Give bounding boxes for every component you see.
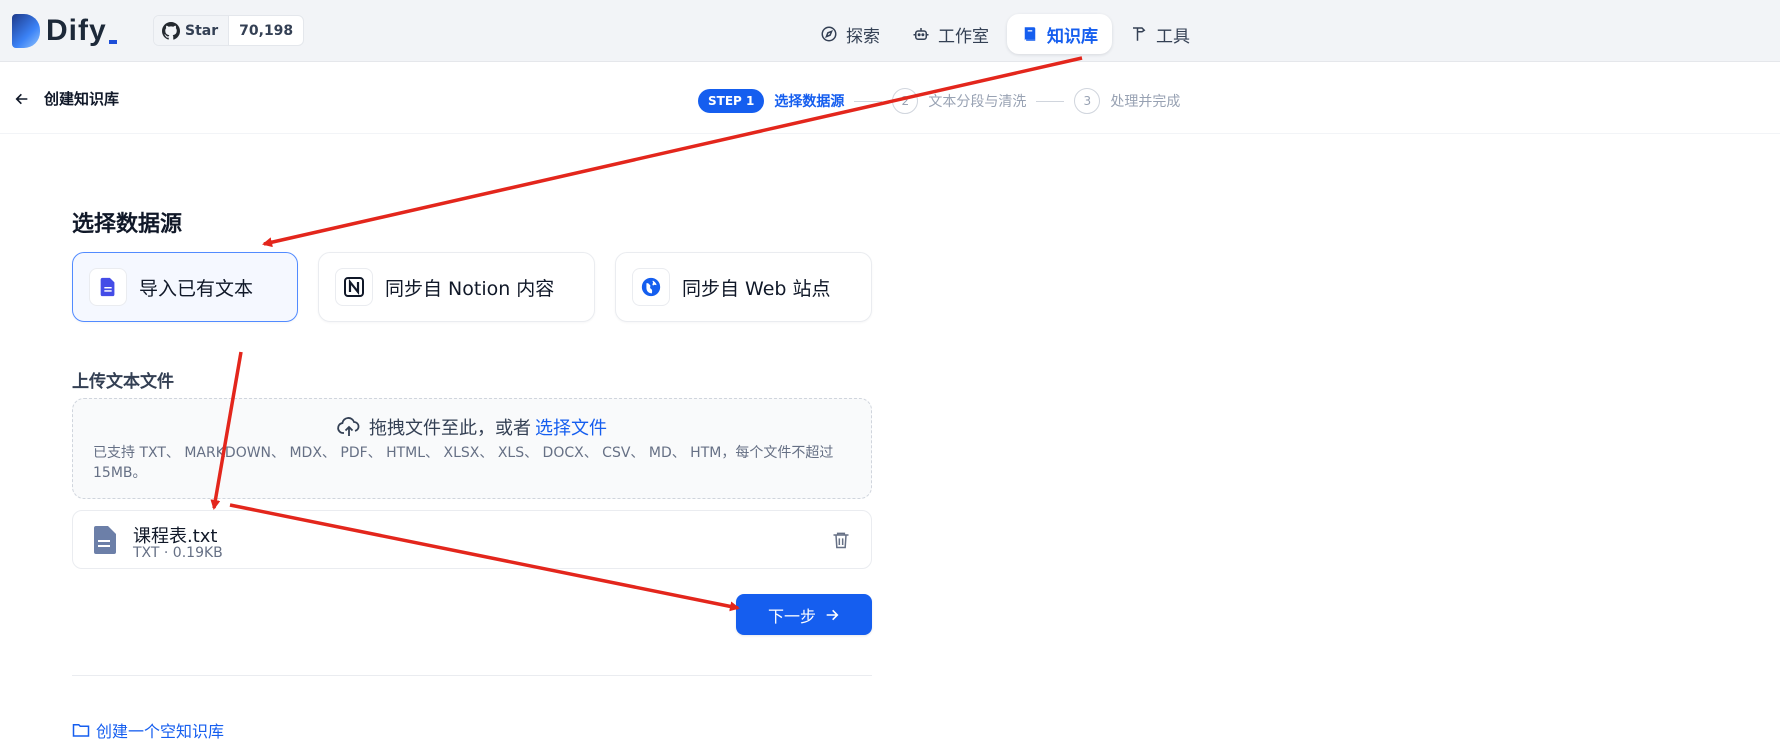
dify-logo[interactable]: Dify: [12, 14, 117, 48]
dropzone-text: 拖拽文件至此，或者: [369, 418, 531, 439]
top-bar: Dify Star 70,198 探索 工作室 知识库 工具: [0, 0, 1780, 62]
notion-icon: [335, 268, 373, 306]
logo-underscore: [108, 40, 117, 44]
source-notion[interactable]: 同步自 Notion 内容: [318, 252, 595, 322]
step-1-label: 选择数据源: [774, 94, 845, 110]
arrow-right-icon: [826, 609, 839, 620]
page-title: 创建知识库: [44, 90, 120, 108]
nav-explore-label: 探索: [846, 26, 880, 47]
document-icon: [89, 268, 127, 306]
next-step-button[interactable]: 下一步: [736, 594, 872, 635]
hammer-icon: [1133, 27, 1146, 41]
nav-knowledge-label: 知识库: [1047, 26, 1098, 47]
cloud-upload-icon: [337, 417, 360, 436]
sub-header: 创建知识库 STEP 1 选择数据源 2 文本分段与清洗 3 处理并完成: [0, 62, 1780, 134]
step-3-number: 3: [1074, 88, 1101, 114]
logo-mark-icon: [12, 14, 40, 48]
create-empty-knowledge-label: 创建一个空知识库: [96, 722, 225, 741]
nav-studio-label: 工作室: [938, 26, 989, 47]
divider: [72, 675, 872, 676]
create-empty-knowledge-link[interactable]: 创建一个空知识库: [72, 718, 224, 742]
step-1-badge: STEP 1: [698, 89, 765, 113]
github-star-button[interactable]: Star: [154, 16, 230, 45]
nav-explore[interactable]: 探索: [806, 14, 894, 54]
back-button[interactable]: 创建知识库: [14, 88, 119, 109]
globe-icon: [632, 268, 670, 306]
section-title: 选择数据源: [72, 212, 183, 237]
upload-section-label: 上传文本文件: [72, 372, 174, 392]
step-2-number: 2: [892, 88, 919, 114]
supported-formats-hint: 已支持 TXT、 MARKDOWN、 MDX、 PDF、 HTML、 XLSX、…: [93, 445, 834, 481]
file-icon: [94, 526, 116, 554]
step-divider: [1036, 100, 1065, 102]
source-web-label: 同步自 Web 站点: [682, 277, 831, 300]
main-nav: 探索 工作室 知识库 工具: [806, 14, 1204, 54]
robot-icon: [913, 28, 929, 40]
file-meta: TXT · 0.19KB: [133, 545, 223, 561]
stepper: STEP 1 选择数据源 2 文本分段与清洗 3 处理并完成: [698, 88, 1180, 114]
nav-studio[interactable]: 工作室: [898, 14, 1003, 54]
next-step-label: 下一步: [767, 606, 816, 626]
source-web[interactable]: 同步自 Web 站点: [615, 252, 872, 322]
step-divider: [854, 100, 883, 102]
source-import-text-label: 导入已有文本: [139, 277, 254, 300]
step-2-label: 文本分段与清洗: [928, 94, 1027, 110]
step-3-label: 处理并完成: [1110, 94, 1181, 110]
nav-knowledge[interactable]: 知识库: [1007, 14, 1112, 54]
github-icon: [162, 21, 180, 40]
github-star-count: 70,198: [239, 22, 294, 39]
book-icon: [1024, 27, 1036, 41]
nav-tools[interactable]: 工具: [1116, 14, 1204, 54]
trash-icon[interactable]: [831, 529, 851, 551]
dropzone-prompt: 拖拽文件至此，或者 选择文件: [73, 414, 871, 440]
source-import-text[interactable]: 导入已有文本: [72, 252, 298, 322]
file-dropzone[interactable]: 拖拽文件至此，或者 选择文件 已支持 TXT、 MARKDOWN、 MDX、 P…: [72, 398, 872, 499]
select-file-link[interactable]: 选择文件: [535, 414, 607, 440]
github-star-widget[interactable]: Star 70,198: [153, 15, 305, 46]
github-star-label: Star: [185, 22, 219, 39]
folder-icon: [72, 724, 90, 737]
logo-text: Dify: [46, 14, 107, 47]
nav-tools-label: 工具: [1156, 26, 1190, 47]
source-notion-label: 同步自 Notion 内容: [385, 277, 555, 300]
uploaded-file-item: 课程表.txt TXT · 0.19KB: [72, 510, 872, 569]
compass-icon: [821, 26, 837, 42]
arrow-left-icon: [15, 93, 28, 104]
